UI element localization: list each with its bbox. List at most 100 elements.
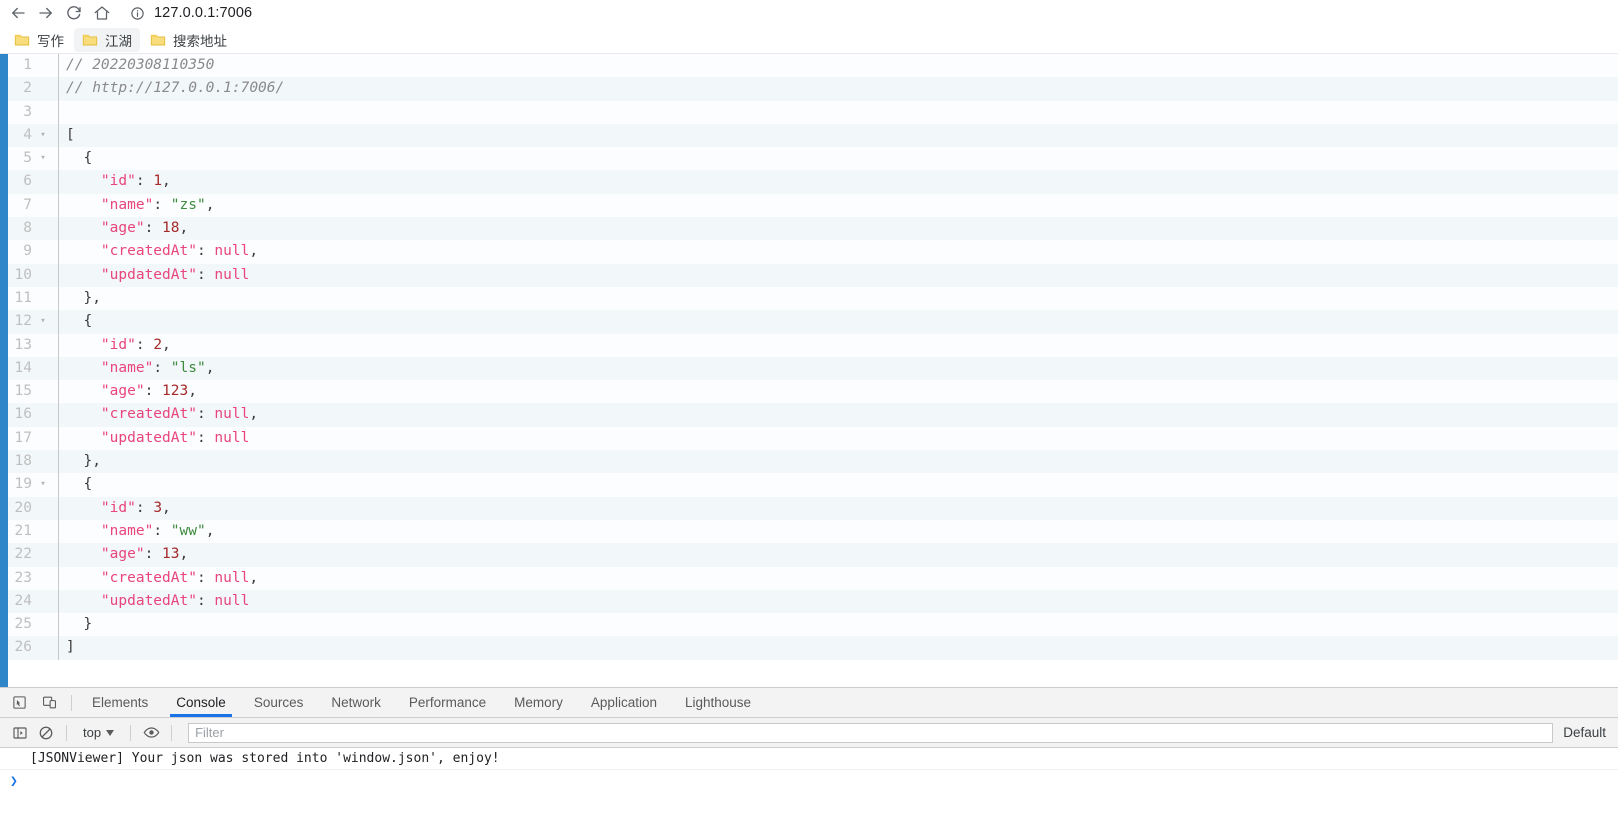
bookmark-item-2[interactable]: 搜索地址	[142, 28, 235, 52]
code-line: 12 ▾ {	[0, 310, 1618, 334]
code-line-text: {	[59, 473, 1618, 496]
live-expression-eye-icon[interactable]	[139, 721, 163, 745]
page-content-area: 1 // 20220308110350 2 // http://127.0.0.1:7…	[0, 54, 1618, 687]
devtools-tab-sources[interactable]: Sources	[240, 688, 318, 717]
console-filter-input[interactable]: Filter	[188, 722, 1554, 743]
line-gutter: 16	[0, 403, 59, 427]
token-comment: // 20220308110350	[66, 57, 215, 73]
console-context-selector[interactable]: top	[75, 722, 122, 744]
code-line-text: // 20220308110350	[59, 54, 1618, 77]
devtools-tab-performance[interactable]: Performance	[395, 688, 500, 717]
code-line-text: },	[59, 450, 1618, 473]
toolbar-divider	[171, 724, 173, 741]
token-str: "zs"	[170, 196, 206, 213]
address-bar-url[interactable]: 127.0.0.1:7006	[154, 5, 252, 21]
devtools-tab-label: Network	[331, 695, 381, 710]
token-punct: ]	[66, 639, 75, 656]
token-punct: }	[66, 616, 93, 633]
json-viewer: 1 // 20220308110350 2 // http://127.0.0.1:7…	[0, 54, 1618, 687]
code-line: 2 // http://127.0.0.1:7006/	[0, 77, 1618, 101]
code-line-text: [	[59, 124, 1618, 147]
console-toolbar: top Filter Default	[0, 718, 1618, 748]
code-line-text: "name": "zs",	[59, 194, 1618, 217]
devtools-tab-lighthouse[interactable]: Lighthouse	[671, 688, 765, 717]
devtools-tab-elements[interactable]: Elements	[78, 688, 162, 717]
token-punct: ,	[188, 383, 197, 400]
token-punct: ,	[162, 173, 171, 190]
token-punct: :	[135, 173, 154, 190]
browser-chrome: 127.0.0.1:7006 写作 江湖 搜索地址	[0, 0, 1618, 54]
devtools-tab-label: Sources	[253, 695, 304, 710]
devtools-tab-console[interactable]: Console	[162, 688, 240, 717]
home-button[interactable]	[88, 1, 116, 25]
code-line: 13 "id": 2,	[0, 333, 1618, 357]
inspect-element-icon[interactable]	[8, 692, 30, 714]
line-gutter: 21	[0, 519, 59, 544]
line-gutter: 3	[0, 100, 59, 124]
fold-toggle-icon[interactable]: ▾	[34, 473, 52, 496]
fold-toggle-icon[interactable]: ▾	[34, 147, 52, 170]
token-punct: :	[196, 406, 215, 423]
token-key: "name"	[66, 359, 154, 376]
code-line-text: "id": 2,	[59, 334, 1618, 357]
console-context-label: top	[83, 725, 102, 740]
forward-button[interactable]	[32, 1, 60, 25]
devtools-tab-label: Application	[590, 695, 657, 710]
token-null: null	[214, 266, 250, 283]
code-line: 8 "age": 18,	[0, 217, 1618, 241]
line-gutter: 20	[0, 496, 59, 520]
site-info-icon[interactable]	[128, 4, 146, 22]
token-punct: ,	[249, 406, 259, 423]
devtools-tab-application[interactable]: Application	[577, 688, 671, 717]
fold-toggle-icon[interactable]: ▾	[34, 310, 52, 333]
token-key: "name"	[66, 196, 154, 213]
token-key: "id"	[66, 173, 136, 190]
devtools-tab-label: Elements	[92, 695, 149, 710]
token-punct: ,	[179, 546, 189, 563]
token-num: 1	[153, 173, 163, 190]
code-line: 25 }	[0, 613, 1618, 637]
code-line: 4 ▾ [	[0, 123, 1618, 148]
code-line-text: "updatedAt": null	[59, 264, 1618, 287]
clear-console-icon[interactable]	[34, 721, 58, 745]
code-line-list: 1 // 20220308110350 2 // http://127.0.0.1:7…	[0, 54, 1618, 660]
devtools-tab-memory[interactable]: Memory	[500, 688, 577, 717]
console-sidebar-icon[interactable]	[8, 721, 32, 745]
code-line-text: "age": 13,	[59, 543, 1618, 566]
line-gutter: 8	[0, 217, 59, 241]
code-line: 6 "id": 1,	[0, 170, 1618, 194]
token-num: 3	[153, 499, 163, 516]
token-punct: :	[144, 546, 163, 563]
code-line-text: "id": 3,	[59, 497, 1618, 520]
token-comment: // http://127.0.0.1:7006/	[66, 80, 285, 97]
reload-button[interactable]	[60, 1, 88, 25]
token-key: "name"	[66, 522, 154, 539]
token-punct: [	[66, 126, 75, 143]
code-line: 10 "updatedAt": null	[0, 263, 1618, 287]
token-punct: :	[196, 592, 215, 609]
code-line: 15 "age": 123,	[0, 380, 1618, 404]
devtools-tab-network[interactable]: Network	[317, 688, 395, 717]
console-log-level-selector[interactable]: Default	[1563, 725, 1612, 740]
line-gutter: 17	[0, 426, 59, 451]
bookmark-item-0[interactable]: 写作	[6, 28, 72, 52]
devtools-tab-bar: Elements Console Sources Network Performance…	[0, 688, 1618, 718]
bookmark-item-1[interactable]: 江湖	[74, 27, 140, 52]
code-line-text: "age": 18,	[59, 217, 1618, 240]
console-filter-placeholder: Filter	[195, 725, 224, 740]
line-gutter: 23	[0, 566, 59, 590]
device-toolbar-icon[interactable]	[38, 692, 60, 714]
code-line: 20 "id": 3,	[0, 496, 1618, 520]
token-punct: ,	[205, 522, 215, 539]
devtools-panel: Elements Console Sources Network Performance…	[0, 687, 1618, 834]
code-line-text: ]	[59, 636, 1618, 659]
fold-toggle-icon[interactable]: ▾	[34, 124, 52, 147]
chevron-down-icon	[106, 729, 115, 736]
token-null: null	[214, 592, 250, 609]
address-bar[interactable]: 127.0.0.1:7006	[124, 2, 1614, 24]
back-button[interactable]	[4, 1, 32, 25]
console-input-row[interactable]: ❯	[0, 770, 1618, 792]
toolbar-divider	[66, 724, 67, 741]
line-gutter: 4 ▾	[0, 123, 59, 148]
code-line-text: "updatedAt": null	[59, 590, 1618, 613]
